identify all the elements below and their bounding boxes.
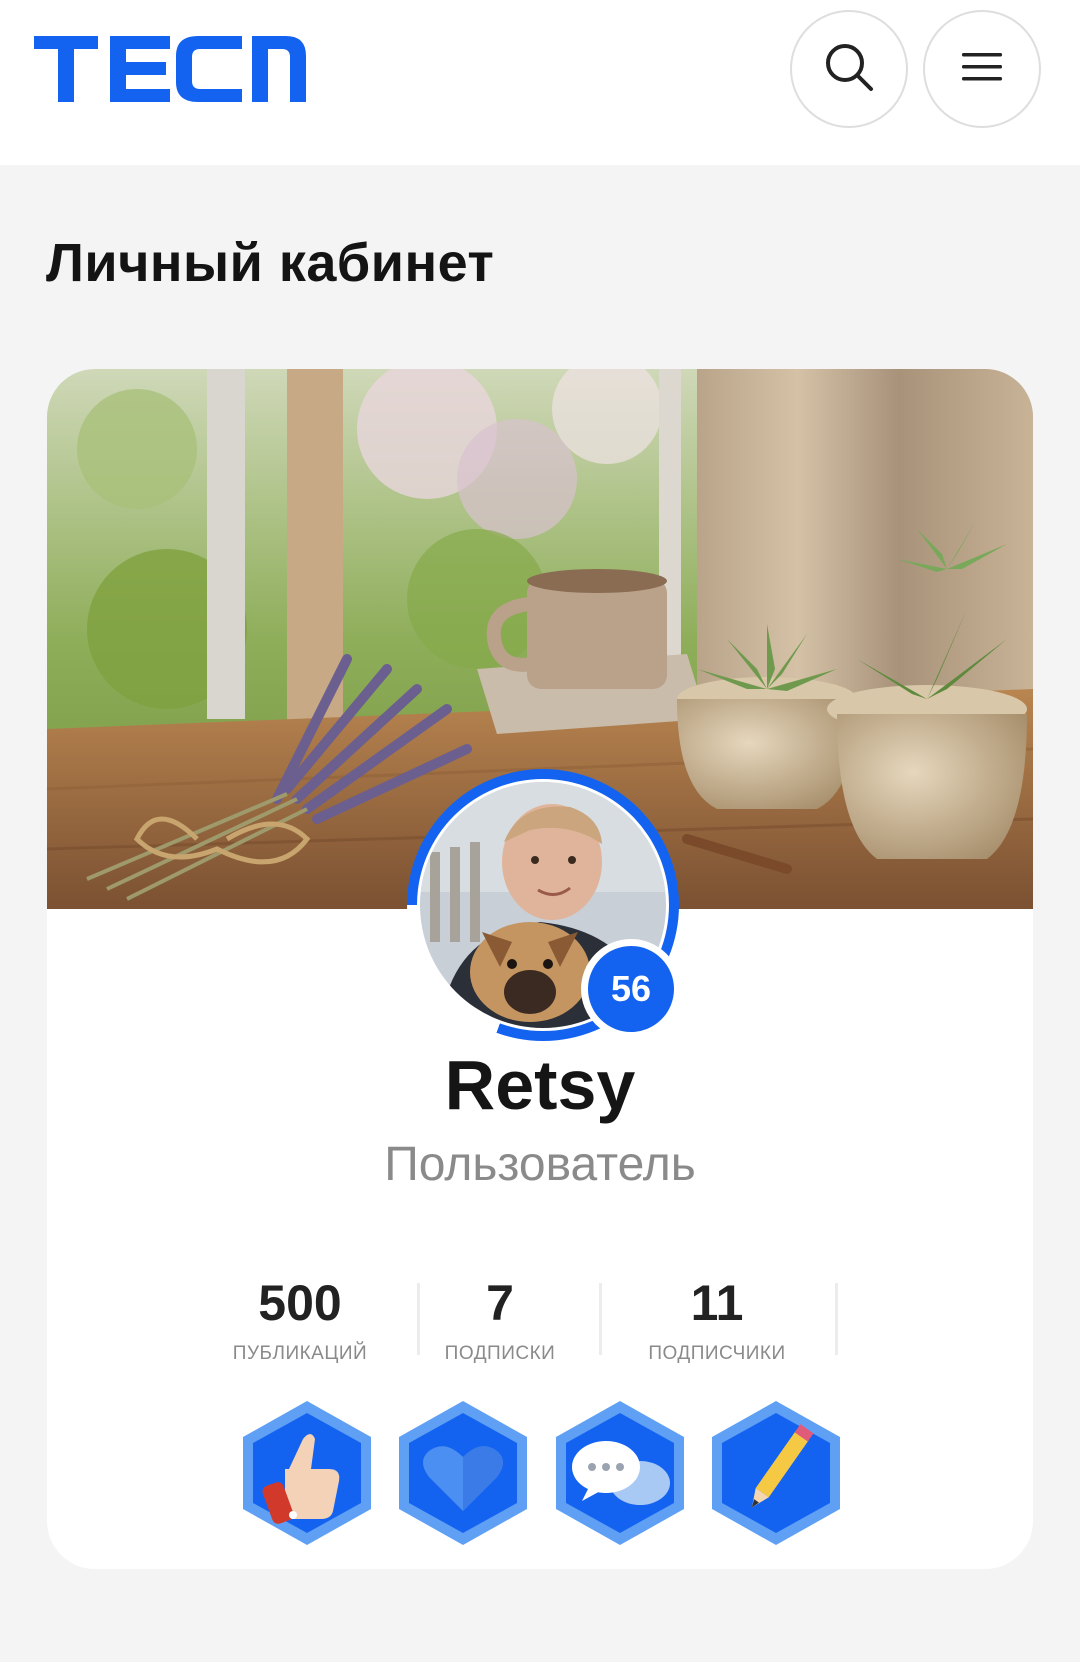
stats-row: 500 ПУБЛИКАЦИЙ 7 ПОДПИСКИ 11 ПОДПИСЧИКИ: [47, 1273, 1033, 1373]
stat-label: ПОДПИСКИ: [444, 1343, 556, 1364]
achievement-badges: [47, 1399, 1033, 1549]
stat-value: 7: [486, 1275, 514, 1331]
username: Retsy: [444, 1046, 636, 1124]
stat-followers[interactable]: 11 ПОДПИСЧИКИ: [627, 1273, 807, 1365]
badge-favorites[interactable]: [389, 1399, 537, 1547]
menu-button[interactable]: [923, 10, 1041, 128]
hamburger-menu-icon: [960, 51, 1004, 88]
tecno-logo[interactable]: [34, 36, 350, 102]
pencil-icon: [702, 1401, 850, 1551]
stat-label: ПУБЛИКАЦИЙ: [232, 1343, 368, 1364]
profile-card: 56 Retsy Пользователь 500 ПУБЛИКАЦИЙ 7 П…: [47, 369, 1033, 1569]
stat-subscriptions[interactable]: 7 ПОДПИСКИ: [440, 1273, 560, 1365]
chat-bubbles-icon: [546, 1401, 694, 1551]
top-header: [0, 0, 1080, 165]
stat-divider: [599, 1283, 602, 1355]
user-role: Пользователь: [384, 1138, 696, 1191]
level-badge: 56: [581, 939, 681, 1039]
stat-divider: [835, 1283, 838, 1355]
stat-publications[interactable]: 500 ПУБЛИКАЦИЙ: [230, 1273, 370, 1365]
search-icon: [821, 39, 877, 100]
heart-icon: [389, 1401, 537, 1551]
search-button[interactable]: [790, 10, 908, 128]
avatar[interactable]: 56: [407, 769, 681, 1041]
badge-posts[interactable]: [702, 1399, 850, 1547]
stat-label: ПОДПИСЧИКИ: [648, 1343, 786, 1364]
stat-value: 11: [690, 1275, 744, 1331]
page-title: Личный кабинет: [46, 233, 495, 293]
stat-divider: [417, 1283, 420, 1355]
badge-likes[interactable]: [233, 1399, 381, 1547]
stat-value: 500: [258, 1275, 342, 1331]
badge-comments[interactable]: [546, 1399, 694, 1547]
thumbs-up-icon: [233, 1401, 381, 1551]
